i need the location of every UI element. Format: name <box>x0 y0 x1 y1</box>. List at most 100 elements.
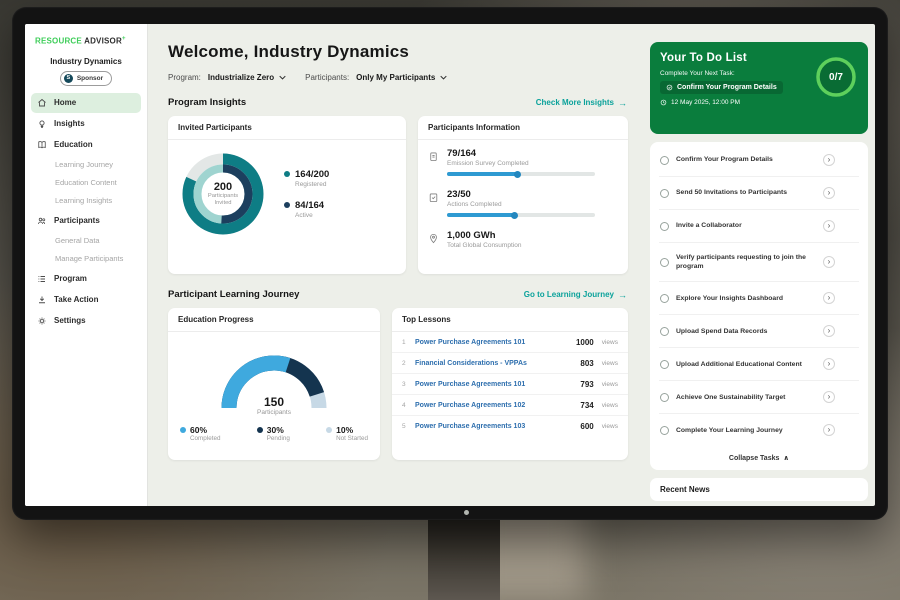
task-chevron-icon[interactable]: › <box>823 358 835 370</box>
task-chevron-icon[interactable]: › <box>823 391 835 403</box>
lesson-row: 3 Power Purchase Agreements 101 793 view… <box>392 374 628 395</box>
task-checkbox[interactable] <box>660 360 669 369</box>
task-checkbox[interactable] <box>660 222 669 231</box>
progress-thumb <box>514 171 521 178</box>
education-gauge-chart: 150 Participants <box>209 340 339 416</box>
task-item[interactable]: Explore Your Insights Dashboard › <box>659 282 859 315</box>
check-more-insights-link[interactable]: Check More Insights → <box>536 98 627 108</box>
task-item[interactable]: Invite a Collaborator › <box>659 210 859 243</box>
donut-center-value: 200 <box>214 181 232 193</box>
sidebar-item-learning-insights[interactable]: Learning Insights <box>31 192 141 210</box>
clock-icon <box>660 99 667 106</box>
sidebar-item-label: Education <box>54 140 93 149</box>
task-chevron-icon[interactable]: › <box>823 256 835 268</box>
page-title: Welcome, Industry Dynamics <box>168 42 631 62</box>
lesson-row: 4 Power Purchase Agreements 102 734 view… <box>392 395 628 416</box>
todo-progress-text: 0/7 <box>814 55 858 99</box>
sidebar: RESOURCE ADVISOR+ Industry Dynamics S Sp… <box>25 24 148 506</box>
donut-legend: 164/200 Registered 84/164 Active <box>284 169 329 219</box>
task-chevron-icon[interactable]: › <box>823 187 835 199</box>
sidebar-item-participants[interactable]: Participants <box>31 211 141 231</box>
lesson-link[interactable]: Power Purchase Agreements 101 <box>415 339 570 346</box>
lesson-row: 2 Financial Considerations - VPPAs 803 v… <box>392 353 628 374</box>
participants-select[interactable]: Only My Participants <box>356 73 447 82</box>
sidebar-item-label: Program <box>54 274 87 283</box>
gauge-center-value: 150 <box>209 395 339 409</box>
org-name: Industry Dynamics <box>25 57 147 66</box>
go-to-learning-journey-link[interactable]: Go to Learning Journey → <box>524 290 627 300</box>
legend-dot <box>284 171 290 177</box>
collapse-tasks-button[interactable]: Collapse Tasks ∧ <box>659 446 859 470</box>
sidebar-item-label: Settings <box>54 316 86 325</box>
program-select[interactable]: Industrialize Zero <box>208 73 286 82</box>
education-progress-card: Education Progress 150 Participants <box>168 308 380 460</box>
participants-icon <box>37 216 47 226</box>
progress-fill <box>447 172 518 176</box>
participants-label: Participants: <box>305 73 349 82</box>
legend-dot <box>257 427 263 433</box>
todo-next-task[interactable]: Confirm Your Program Details <box>660 81 783 94</box>
progress-bar <box>447 213 595 217</box>
lesson-link[interactable]: Power Purchase Agreements 101 <box>415 381 574 388</box>
learning-cards-row: Education Progress 150 Participants <box>168 308 631 460</box>
main-content: Welcome, Industry Dynamics Program: Indu… <box>148 24 639 506</box>
legend-dot <box>180 427 186 433</box>
task-checkbox[interactable] <box>660 426 669 435</box>
section-title: Program Insights <box>168 97 246 108</box>
lesson-link[interactable]: Power Purchase Agreements 102 <box>415 402 574 409</box>
task-checkbox[interactable] <box>660 189 669 198</box>
gauge-center-label: Participants <box>209 409 339 416</box>
task-chevron-icon[interactable]: › <box>823 292 835 304</box>
task-checkbox[interactable] <box>660 393 669 402</box>
task-checkbox[interactable] <box>660 156 669 165</box>
take-action-icon <box>37 295 47 305</box>
task-checkbox[interactable] <box>660 327 669 336</box>
progress-bar <box>447 172 595 176</box>
task-chevron-icon[interactable]: › <box>823 325 835 337</box>
sidebar-item-label: Insights <box>54 119 85 128</box>
sponsor-badge[interactable]: S Sponsor <box>60 71 112 86</box>
recent-news-header[interactable]: Recent News <box>650 478 868 501</box>
sidebar-item-settings[interactable]: Settings <box>31 311 141 331</box>
gauge-legend: 60% Completed 30% Pending 10% <box>168 416 380 442</box>
arrow-right-icon: → <box>618 290 627 300</box>
task-item[interactable]: Verify participants requesting to join t… <box>659 243 859 282</box>
task-checkbox[interactable] <box>660 294 669 303</box>
task-chevron-icon[interactable]: › <box>823 220 835 232</box>
sidebar-item-take-action[interactable]: Take Action <box>31 290 141 310</box>
sidebar-nav: Home Insights Education Learning Journey… <box>25 93 147 331</box>
sidebar-item-education-content[interactable]: Education Content <box>31 174 141 192</box>
invited-donut-chart: 200 Participants Invited <box>176 147 270 241</box>
participants-information-card: Participants Information 79/164 Emission… <box>418 116 628 274</box>
progress-thumb <box>511 212 518 219</box>
sidebar-item-home[interactable]: Home <box>31 93 141 113</box>
task-item[interactable]: Upload Spend Data Records › <box>659 315 859 348</box>
task-item[interactable]: Achieve One Sustainability Target › <box>659 381 859 414</box>
sidebar-item-insights[interactable]: Insights <box>31 114 141 134</box>
sidebar-item-program[interactable]: Program <box>31 269 141 289</box>
task-item[interactable]: Confirm Your Program Details › <box>659 144 859 177</box>
task-chevron-icon[interactable]: › <box>823 154 835 166</box>
task-item[interactable]: Upload Additional Educational Content › <box>659 348 859 381</box>
arrow-right-icon: → <box>618 98 627 108</box>
sidebar-item-education[interactable]: Education <box>31 135 141 155</box>
actions-icon <box>428 190 439 201</box>
chevron-down-icon <box>440 75 447 80</box>
legend-item-registered: 164/200 Registered <box>284 169 329 188</box>
lesson-link[interactable]: Financial Considerations - VPPAs <box>415 360 574 367</box>
sidebar-item-learning-journey[interactable]: Learning Journey <box>31 156 141 174</box>
task-chevron-icon[interactable]: › <box>823 424 835 436</box>
todo-task-list: Confirm Your Program Details › Send 50 I… <box>650 142 868 470</box>
sidebar-item-manage-participants[interactable]: Manage Participants <box>31 250 141 268</box>
legend-item-pending: 30% Pending <box>257 425 290 442</box>
donut-center-label: Participants Invited <box>202 193 244 207</box>
lesson-link[interactable]: Power Purchase Agreements 103 <box>415 423 574 430</box>
top-lessons-card: Top Lessons 1 Power Purchase Agreements … <box>392 308 628 460</box>
survey-icon <box>428 149 439 160</box>
dashboard-screen: RESOURCE ADVISOR+ Industry Dynamics S Sp… <box>25 24 875 506</box>
sidebar-item-general-data[interactable]: General Data <box>31 232 141 250</box>
task-checkbox[interactable] <box>660 258 669 267</box>
monitor-bezel: RESOURCE ADVISOR+ Industry Dynamics S Sp… <box>12 7 888 520</box>
task-item[interactable]: Complete Your Learning Journey › <box>659 414 859 446</box>
task-item[interactable]: Send 50 Invitations to Participants › <box>659 177 859 210</box>
